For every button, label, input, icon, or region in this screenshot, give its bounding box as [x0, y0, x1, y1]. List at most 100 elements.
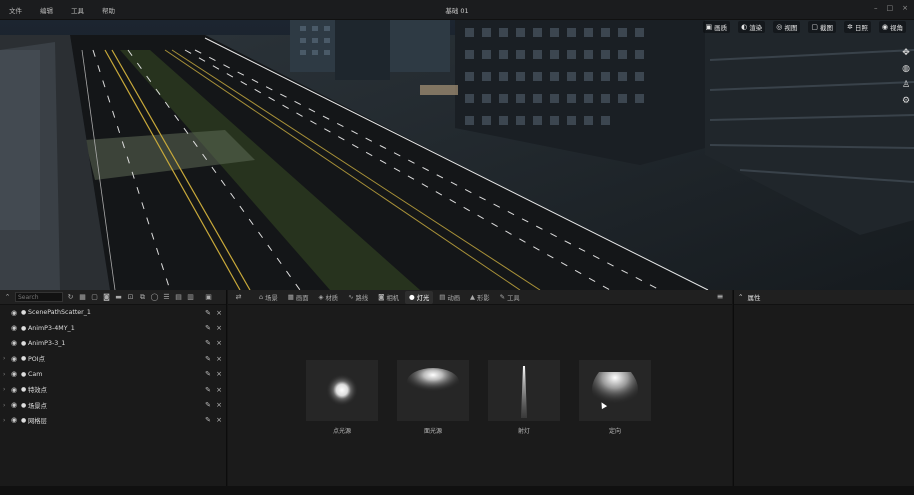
content-browser: ⇄ ⌂ 场景 ▦ 画面 ◈ 材质 ∿ 路线 ◙ 相机 ● 灯光 ▤ 动画 ▲ 形影 ✎ 工具 ≡ 点光源 面光源 [228, 290, 732, 495]
delete-icon[interactable]: × [216, 339, 222, 347]
edit-icon[interactable]: ✎ [205, 401, 211, 409]
table-icon[interactable]: ▤ [174, 293, 183, 302]
visibility-eye-icon[interactable]: ◉ [11, 339, 21, 347]
screenshot-icon: ▢ [811, 23, 819, 31]
object-icon: ● [21, 370, 27, 378]
sunlight-button[interactable]: ✲ 日照 [844, 21, 871, 33]
move-icon[interactable]: ✥ [900, 48, 912, 59]
tree-row[interactable]: › ◉ ● 特效点 ✎ × [0, 382, 226, 397]
tree-row[interactable]: ◉ ● AnimP3-4MY_1 ✎ × [0, 320, 226, 335]
visibility-eye-icon[interactable]: ◉ [11, 370, 21, 378]
chevron-right-icon[interactable]: › [3, 355, 11, 362]
menu-file[interactable]: 文件 [0, 5, 31, 15]
refresh-icon[interactable]: ↻ [66, 293, 75, 302]
delete-icon[interactable]: × [216, 324, 222, 332]
edit-icon[interactable]: ✎ [205, 370, 211, 378]
maximize-button[interactable]: □ [887, 4, 894, 12]
visibility-eye-icon[interactable]: ◉ [11, 324, 21, 332]
box-icon[interactable]: ▢ [90, 293, 99, 302]
asset-point-light[interactable]: 点光源 [306, 360, 378, 435]
object-icon: ● [21, 401, 27, 409]
search-input[interactable] [15, 292, 63, 302]
visibility-eye-icon[interactable]: ◉ [11, 401, 21, 409]
person-icon[interactable]: ♙ [900, 80, 912, 91]
tab-tool[interactable]: ✎ 工具 [496, 291, 524, 304]
list-icon[interactable]: ☰ [162, 293, 171, 302]
hamburger-menu-icon[interactable]: ≡ [714, 292, 726, 302]
settings-icon[interactable]: ⚙ [900, 96, 912, 107]
menu-edit[interactable]: 编辑 [31, 5, 62, 15]
edit-icon[interactable]: ✎ [205, 355, 211, 363]
grid-icon[interactable]: ▦ [78, 293, 87, 302]
delete-icon[interactable]: × [216, 355, 222, 363]
chevron-right-icon[interactable]: › [3, 402, 11, 409]
tree-row[interactable]: ◉ ● ScenePathScatter_1 ✎ × [0, 305, 226, 320]
quality-label: 画质 [714, 24, 728, 32]
minimize-button[interactable]: – [874, 4, 878, 12]
tab-camera[interactable]: ◙ 相机 [374, 291, 403, 304]
tab-animation[interactable]: ▤ 动画 [435, 291, 464, 304]
chevron-right-icon[interactable]: › [3, 386, 11, 393]
viewport-toolbar: ▣ 画质 ◐ 渲染 ◎ 视图 ▢ 截图 ✲ 日照 ◉ 视角 [702, 21, 906, 33]
delete-icon[interactable]: × [216, 309, 222, 317]
tree-row[interactable]: ◉ ● AnimP3-3_1 ✎ × [0, 336, 226, 351]
frame-icon[interactable]: ⊡ [126, 293, 135, 302]
view-icon: ▣ [705, 23, 713, 31]
tree-item-label: POI点 [28, 356, 45, 364]
tab-label: 场景 [265, 294, 278, 302]
tab-image[interactable]: ▦ 画面 [284, 291, 313, 304]
visibility-eye-icon[interactable]: ◉ [11, 386, 21, 394]
visibility-eye-icon[interactable]: ◉ [11, 416, 21, 424]
tab-path[interactable]: ∿ 路线 [344, 291, 372, 304]
globe-icon[interactable]: ◍ [900, 64, 912, 75]
layers-icon[interactable]: ⧉ [138, 293, 147, 302]
tree-row[interactable]: › ◉ ● 网格层 ✎ × [0, 413, 226, 428]
delete-icon[interactable]: × [216, 416, 222, 424]
path-icon: ∿ [348, 293, 354, 301]
city-scene-render [0, 20, 914, 290]
asset-directional-light[interactable]: 定向 [579, 360, 651, 435]
tab-shape[interactable]: ▲ 形影 [466, 291, 494, 304]
collapse-icon[interactable]: ⌃ [3, 293, 12, 302]
edit-icon[interactable]: ✎ [205, 416, 211, 424]
edit-icon[interactable]: ✎ [205, 309, 211, 317]
visibility-eye-icon[interactable]: ◉ [11, 355, 21, 363]
chevron-right-icon[interactable]: › [3, 371, 11, 378]
tree-item-label: 场景点 [28, 402, 47, 410]
view-label: 视图 [784, 24, 798, 32]
menu-tools[interactable]: 工具 [62, 5, 93, 15]
menu-icon[interactable]: ▣ [204, 293, 213, 302]
collapse-icon[interactable]: ⌃ [738, 293, 743, 301]
quality-button[interactable]: ▣ 画质 [702, 21, 731, 33]
edit-icon[interactable]: ✎ [205, 324, 211, 332]
tab-material[interactable]: ◈ 材质 [314, 291, 342, 304]
close-button[interactable]: × [902, 4, 908, 12]
tab-scene[interactable]: ⌂ 场景 [255, 291, 282, 304]
menu-help[interactable]: 帮助 [93, 5, 124, 15]
tree-row[interactable]: › ◉ ● Cam ✎ × [0, 367, 226, 382]
circle-icon[interactable]: ◯ [150, 293, 159, 302]
chevron-right-icon[interactable]: › [3, 417, 11, 424]
tab-light[interactable]: ● 灯光 [405, 290, 434, 304]
camera-icon[interactable]: ◙ [102, 293, 111, 302]
render-button[interactable]: ◐ 渲染 [738, 21, 766, 33]
delete-icon[interactable]: × [216, 386, 222, 394]
dock-icon[interactable]: ⇄ [234, 293, 243, 302]
delete-icon[interactable]: × [216, 370, 222, 378]
delete-icon[interactable]: × [216, 401, 222, 409]
folder-icon[interactable]: ▬ [114, 293, 123, 302]
edit-icon[interactable]: ✎ [205, 386, 211, 394]
point-light-thumbnail [306, 360, 378, 421]
object-icon: ● [21, 324, 27, 332]
edit-icon[interactable]: ✎ [205, 339, 211, 347]
screenshot-button[interactable]: ▢ 截图 [808, 21, 837, 33]
scene-viewport[interactable]: ▣ 画质 ◐ 渲染 ◎ 视图 ▢ 截图 ✲ 日照 ◉ 视角 ✥ ◍ ♙ ⚙ [0, 20, 914, 290]
view-button[interactable]: ◎ 视图 [773, 21, 801, 33]
trash-icon[interactable]: ▥ [186, 293, 195, 302]
asset-area-light[interactable]: 面光源 [397, 360, 469, 435]
tree-row[interactable]: › ◉ ● POI点 ✎ × [0, 351, 226, 366]
tree-row[interactable]: › ◉ ● 场景点 ✎ × [0, 397, 226, 412]
perspective-button[interactable]: ◉ 视角 [878, 21, 906, 33]
visibility-eye-icon[interactable]: ◉ [11, 309, 21, 317]
asset-spot-light[interactable]: 射灯 [488, 360, 560, 435]
